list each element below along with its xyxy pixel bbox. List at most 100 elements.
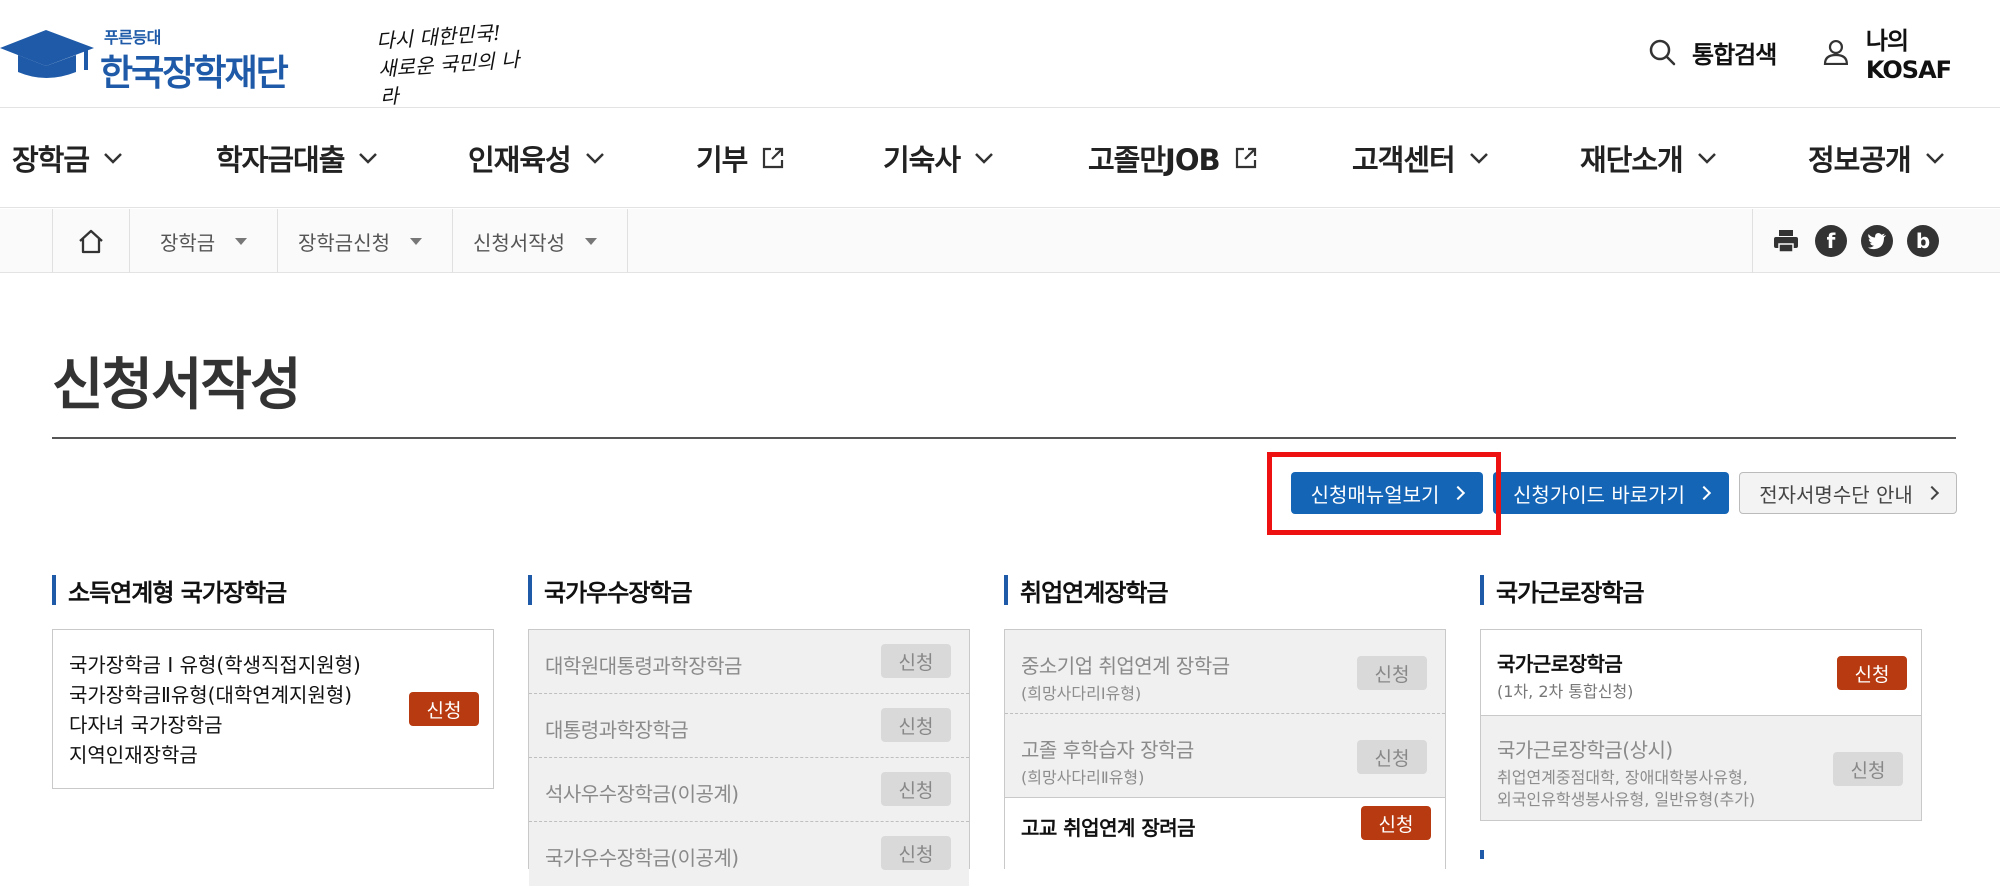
scholarship-type-2: 국가장학금Ⅱ유형(대학연계지원형)	[69, 683, 353, 707]
breadcrumb-form[interactable]: 신청서작성	[443, 209, 628, 273]
nav-item-label: 고객센터	[1352, 143, 1456, 177]
user-icon	[1823, 39, 1848, 66]
apply-button[interactable]: 신청	[1833, 752, 1903, 786]
national-excellence-scholarship-box: 대학원대통령과학장학금 신청 대통령과학장학금 신청 석사우수장학금(이공계) …	[528, 629, 970, 886]
list-item: 중소기업 취업연계 장학금 (희망사다리Ⅰ유형) 신청	[1005, 630, 1445, 714]
chevron-right-icon	[1924, 485, 1939, 501]
list-item: 고졸 후학습자 장학금 (희망사다리Ⅱ유형) 신청	[1005, 714, 1445, 798]
twitter-share-button[interactable]	[1861, 225, 1893, 257]
section-title-employment-linked: 취업연계장학금	[1004, 574, 1169, 607]
regional-talent-scholarship: 지역인재장학금	[69, 743, 198, 767]
scholarship-name: 국가근로장학금(상시)	[1497, 738, 1673, 762]
nav-item-label: 학자금대출	[216, 143, 345, 177]
logo-wordmark: 한국장학재단	[100, 53, 289, 94]
section-title-national-excellence: 국가우수장학금	[528, 574, 693, 607]
nav-item-label: 재단소개	[1580, 143, 1684, 177]
main-navigation: 장학금 학자금대출 인재육성 기부 기숙사 고졸만JOB 고객센터 재단소개 정…	[0, 108, 2000, 208]
highlight-box	[1267, 452, 1501, 535]
site-header: 푸른등대 한국장학재단 다시 대한민국! 새로운 국민의 나라 통합검색 나의 …	[0, 0, 2000, 111]
chevron-right-icon	[1696, 485, 1712, 501]
section-title-income-linked: 소득연계형 국가장학금	[52, 574, 287, 607]
nav-item-label: 고졸만JOB	[1088, 143, 1221, 177]
chevron-down-icon	[104, 153, 122, 164]
chevron-down-icon	[975, 153, 993, 164]
breadcrumb-label: 장학금신청	[298, 230, 390, 255]
list-item: 대통령과학장학금 신청	[529, 694, 969, 758]
share-tools: f b	[1752, 209, 2000, 273]
list-item: 석사우수장학금(이공계) 신청	[529, 758, 969, 822]
scholarship-name: 국가근로장학금	[1497, 652, 1623, 676]
unified-search-link[interactable]: 통합검색	[1648, 34, 1777, 70]
blog-icon: b	[1915, 229, 1931, 253]
nav-item-scholarship[interactable]: 장학금	[12, 136, 123, 180]
search-icon	[1649, 39, 1676, 66]
apply-button[interactable]: 신청	[409, 692, 479, 726]
print-icon	[1774, 230, 1798, 253]
chevron-down-icon	[1469, 153, 1488, 164]
scholarship-name: 고졸 후학습자 장학금	[1021, 738, 1194, 762]
scholarship-subtitle: 취업연계중점대학, 장애대학봉사유형,	[1497, 768, 1748, 787]
caret-down-icon	[235, 237, 248, 245]
nav-item-about[interactable]: 재단소개	[1580, 136, 1717, 180]
scholarship-name: 중소기업 취업연계 장학금	[1021, 654, 1230, 678]
unified-search-label: 통합검색	[1692, 40, 1777, 69]
scholarship-subtitle: 외국인유학생봉사유형, 일반유형(추가)	[1497, 790, 1756, 809]
nav-item-talent-development[interactable]: 인재육성	[468, 136, 605, 180]
facebook-share-button[interactable]: f	[1815, 225, 1847, 257]
my-kosaf-link[interactable]: 나의 KOSAF	[1822, 27, 2000, 84]
breadcrumb: 장학금 장학금신청 신청서작성 f b	[0, 209, 2000, 273]
apply-button[interactable]: 신청	[881, 772, 951, 806]
apply-button[interactable]: 신청	[881, 836, 951, 870]
scholarship-subtitle: (1차, 2차 통합신청)	[1497, 682, 1634, 701]
print-button[interactable]	[1771, 227, 1801, 255]
apply-button[interactable]: 신청	[1361, 806, 1431, 840]
facebook-icon: f	[1826, 229, 1836, 253]
e-signature-guide-button[interactable]: 전자서명수단 안내	[1739, 472, 1957, 514]
scholarship-list: 국가장학금 Ⅰ 유형(학생직접지원형) 국가장학금Ⅱ유형(대학연계지원형) 다자…	[69, 650, 361, 770]
caret-down-icon	[585, 237, 597, 245]
chevron-down-icon	[1697, 153, 1716, 164]
slogan: 다시 대한민국! 새로운 국민의 나라	[375, 17, 530, 111]
scholarship-name: 국가우수장학금(이공계)	[545, 846, 739, 870]
slogan-line-2: 새로운 국민의 나라	[377, 47, 521, 110]
scholarship-name: 대학원대통령과학장학금	[545, 654, 742, 678]
apply-button[interactable]: 신청	[881, 644, 951, 678]
nav-item-donation[interactable]: 기부	[696, 136, 785, 180]
nav-item-customer-center[interactable]: 고객센터	[1352, 136, 1489, 180]
external-link-icon	[1235, 147, 1256, 169]
apply-button[interactable]: 신청	[881, 708, 951, 742]
home-link[interactable]	[52, 209, 130, 273]
breadcrumb-label: 장학금	[160, 230, 216, 255]
nav-item-gojol-job[interactable]: 고졸만JOB	[1088, 136, 1258, 180]
chevron-down-icon	[1925, 153, 1944, 164]
twitter-icon	[1868, 233, 1886, 250]
list-item: 국가우수장학금(이공계) 신청	[529, 822, 969, 886]
list-item: 국가근로장학금(상시) 취업연계중점대학, 장애대학봉사유형, 외국인유학생봉사…	[1481, 716, 1921, 820]
national-work-scholarship-box: 국가근로장학금 (1차, 2차 통합신청) 신청 국가근로장학금(상시) 취업연…	[1480, 629, 1922, 821]
apply-button[interactable]: 신청	[1357, 740, 1427, 774]
blog-share-button[interactable]: b	[1907, 225, 1939, 257]
external-link-icon	[763, 147, 784, 169]
nav-item-student-loan[interactable]: 학자금대출	[216, 136, 378, 180]
nav-item-label: 정보공개	[1808, 143, 1912, 177]
breadcrumb-application[interactable]: 장학금신청	[268, 209, 453, 273]
income-linked-scholarship-box: 국가장학금 Ⅰ 유형(학생직접지원형) 국가장학금Ⅱ유형(대학연계지원형) 다자…	[52, 629, 494, 789]
my-kosaf-label: 나의 KOSAF	[1865, 26, 1952, 84]
scholarship-name: 석사우수장학금(이공계)	[545, 782, 739, 806]
application-guide-button[interactable]: 신청가이드 바로가기	[1493, 472, 1729, 514]
scholarship-name: 대통령과학장학금	[545, 718, 689, 742]
breadcrumb-scholarship[interactable]: 장학금	[130, 209, 279, 273]
kosaf-logo[interactable]: 푸른등대 한국장학재단	[0, 22, 300, 94]
next-section-marker	[1480, 850, 1484, 859]
list-item: 국가근로장학금 (1차, 2차 통합신청) 신청	[1481, 630, 1921, 716]
nav-item-dormitory[interactable]: 기숙사	[883, 136, 994, 180]
title-divider	[52, 437, 1956, 439]
nav-item-label: 기부	[696, 143, 748, 177]
caret-down-icon	[410, 237, 422, 245]
button-label: 전자서명수단 안내	[1759, 482, 1913, 507]
nav-item-label: 장학금	[12, 143, 90, 177]
scholarship-type-1: 국가장학금 Ⅰ 유형(학생직접지원형)	[69, 653, 361, 677]
nav-item-disclosure[interactable]: 정보공개	[1808, 136, 1945, 180]
apply-button[interactable]: 신청	[1837, 656, 1907, 690]
apply-button[interactable]: 신청	[1357, 656, 1427, 690]
